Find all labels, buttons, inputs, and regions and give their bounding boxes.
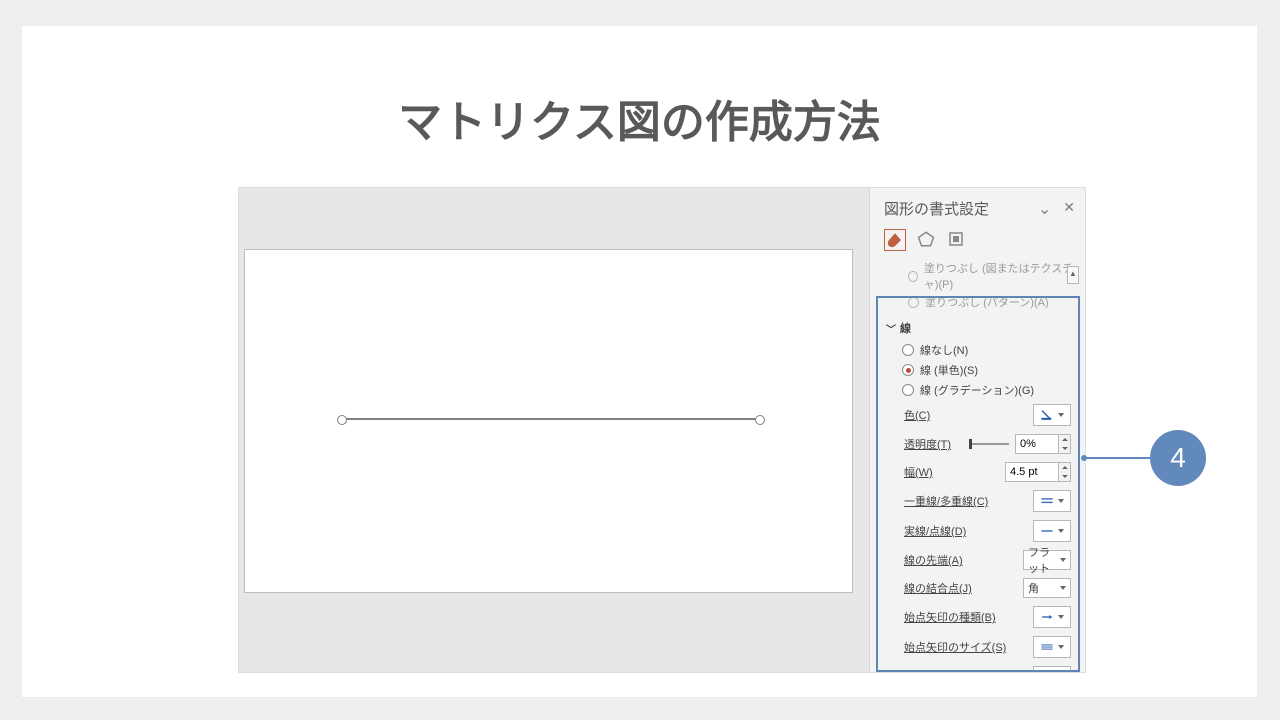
line-option-none[interactable]: 線なし(N) [876,340,1079,360]
transparency-slider[interactable] [971,443,1009,445]
width-label: 幅(W) [904,464,933,480]
begin-arrow-size-label: 始点矢印のサイズ(S) [904,639,1006,655]
page-title: マトリクス図の作成方法 [22,86,1257,150]
tab-effects-icon[interactable] [916,229,936,249]
cap-type-value: フラット [1028,544,1060,576]
join-label: 線の結合点(J) [904,580,972,596]
line-group-header[interactable]: ﹀ 線 [876,316,1079,340]
cap-label: 線の先端(A) [904,552,963,568]
pane-close-icon[interactable]: ✕ [1063,199,1075,219]
powerpoint-editor: 図形の書式設定 ⌄ ✕ ▲ [238,187,1086,673]
callout-connector [1084,457,1156,459]
line-option-gradient[interactable]: 線 (グラデーション)(G) [876,380,1079,400]
tab-fill-line-icon[interactable] [884,229,906,251]
line-option-none-label: 線なし(N) [920,342,968,358]
end-arrow-type-dropdown[interactable] [1033,666,1071,672]
pane-scroll-up[interactable]: ▲ [1067,266,1079,284]
begin-arrow-type-dropdown[interactable] [1033,606,1071,628]
slide-canvas[interactable] [244,249,853,593]
transparency-spinner[interactable] [1059,434,1071,454]
dash-label: 実線/点線(D) [904,523,966,539]
compound-label: 一重線/多重線(C) [904,493,988,509]
line-option-gradient-label: 線 (グラデーション)(G) [920,382,1034,398]
fill-option-picture-label: 塗りつぶし (図またはテクスチャ)(P) [924,260,1079,292]
width-input[interactable] [1005,462,1059,482]
fill-option-pattern[interactable]: 塗りつぶし (パターン)(A) [908,294,1079,310]
join-type-select[interactable]: 角 [1023,578,1071,598]
line-group-label: 線 [900,320,911,336]
compound-type-dropdown[interactable] [1033,490,1071,512]
cap-type-select[interactable]: フラット [1023,550,1071,570]
dash-type-dropdown[interactable] [1033,520,1071,542]
pane-collapse-icon[interactable]: ⌄ [1038,199,1051,219]
callout-badge-4: 4 [1150,430,1206,486]
fill-option-picture[interactable]: 塗りつぶし (図またはテクスチャ)(P) [908,260,1079,292]
tab-size-icon[interactable] [946,229,966,249]
join-type-value: 角 [1028,580,1039,596]
color-label: 色(C) [904,407,930,423]
chevron-down-icon: ﹀ [886,321,896,336]
fill-option-pattern-label: 塗りつぶし (パターン)(A) [925,294,1049,310]
line-option-solid-label: 線 (単色)(S) [920,362,978,378]
width-spinner[interactable] [1059,462,1071,482]
line-handle-end[interactable] [755,415,765,425]
begin-arrow-size-dropdown[interactable] [1033,636,1071,658]
line-handle-start[interactable] [337,415,347,425]
color-picker[interactable] [1033,404,1071,426]
transparency-label: 透明度(T) [904,436,951,452]
line-option-solid[interactable]: 線 (単色)(S) [876,360,1079,380]
drawn-line-shape[interactable] [342,418,760,420]
format-shape-pane: 図形の書式設定 ⌄ ✕ ▲ [869,188,1085,672]
end-arrow-type-label: 終点矢印の種類(E) [904,669,996,672]
begin-arrow-type-label: 始点矢印の種類(B) [904,609,996,625]
transparency-input[interactable] [1015,434,1059,454]
pane-title: 図形の書式設定 [884,198,989,219]
